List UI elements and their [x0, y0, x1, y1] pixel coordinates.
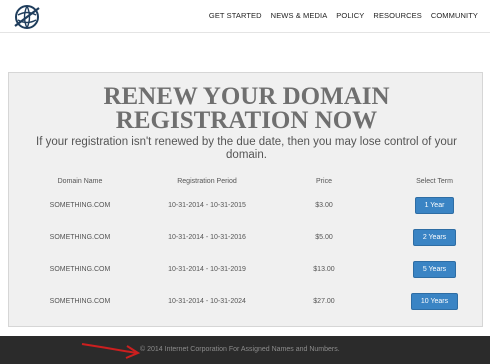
table-row: SOMETHING.COM 10-31-2014 - 10-31-2016 $5… [9, 221, 484, 253]
table-row: SOMETHING.COM 10-31-2014 - 10-31-2015 $3… [9, 189, 484, 221]
term-cell: 1 Year [385, 189, 484, 221]
copyright-text: © 2014 Internet Corporation For Assigned… [140, 346, 340, 353]
nav-news-media[interactable]: NEWS & MEDIA [271, 11, 328, 20]
domain-cell: SOMETHING.COM [49, 265, 111, 273]
renewal-table: Domain Name Registration Period Price Se… [9, 173, 484, 317]
term-2-years-button[interactable]: 2 Years [412, 228, 457, 246]
domain-cell: SOMETHING.COM [49, 233, 111, 241]
page-title: RENEW YOUR DOMAIN REGISTRATION NOW [103, 83, 390, 134]
footer: © 2014 Internet Corporation For Assigned… [0, 336, 490, 364]
term-1-year-button[interactable]: 1 Year [414, 196, 455, 214]
col-registration-period: Registration Period [177, 177, 237, 185]
term-cell: 5 Years [385, 253, 484, 285]
price-cell: $3.00 [315, 201, 333, 209]
top-navbar: GET STARTED NEWS & MEDIA POLICY RESOURCE… [0, 0, 490, 33]
table-row: SOMETHING.COM 10-31-2014 - 10-31-2019 $1… [9, 253, 484, 285]
nav-community[interactable]: COMMUNITY [431, 11, 478, 20]
table-header-row: Domain Name Registration Period Price Se… [9, 173, 484, 189]
page-subtitle: If your registration isn't renewed by th… [36, 136, 457, 161]
term-cell: 2 Years [385, 221, 484, 253]
col-price: Price [316, 177, 332, 185]
period-cell: 10-31-2014 - 10-31-2024 [168, 297, 246, 305]
period-cell: 10-31-2014 - 10-31-2019 [168, 265, 246, 273]
domain-cell: SOMETHING.COM [49, 297, 111, 305]
price-cell: $5.00 [315, 233, 333, 241]
col-domain-name: Domain Name [57, 177, 103, 185]
red-arrow-icon [81, 343, 141, 359]
nav-resources[interactable]: RESOURCES [373, 11, 421, 20]
period-cell: 10-31-2014 - 10-31-2015 [168, 201, 246, 209]
nav-get-started[interactable]: GET STARTED [209, 11, 262, 20]
term-cell: 10 Years [385, 285, 484, 317]
price-cell: $13.00 [313, 265, 335, 273]
table-row: SOMETHING.COM 10-31-2014 - 10-31-2024 $2… [9, 285, 484, 317]
col-select-term: Select Term [416, 177, 453, 185]
nav-policy[interactable]: POLICY [336, 11, 364, 20]
term-5-years-button[interactable]: 5 Years [412, 260, 457, 278]
price-cell: $27.00 [313, 297, 335, 305]
renewal-panel: RENEW YOUR DOMAIN REGISTRATION NOW If yo… [8, 72, 483, 327]
main-nav: GET STARTED NEWS & MEDIA POLICY RESOURCE… [209, 11, 478, 20]
domain-cell: SOMETHING.COM [49, 201, 111, 209]
period-cell: 10-31-2014 - 10-31-2016 [168, 233, 246, 241]
globe-logo-icon[interactable] [14, 4, 40, 30]
term-10-years-button[interactable]: 10 Years [410, 292, 459, 310]
